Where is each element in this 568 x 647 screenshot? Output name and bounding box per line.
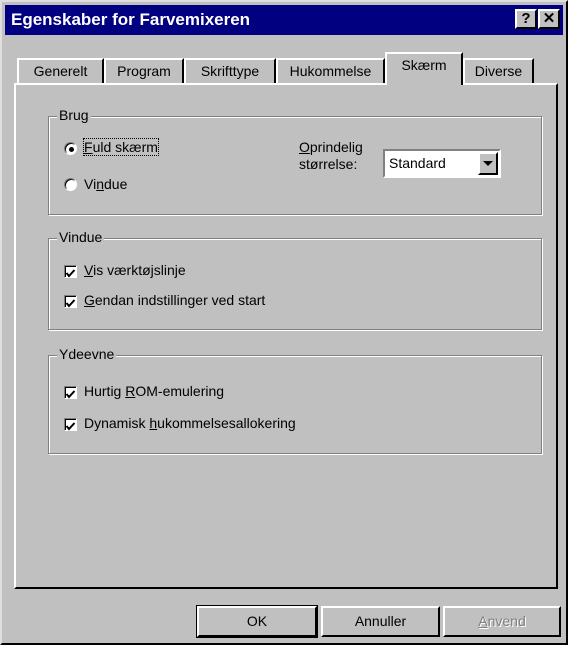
tab-label: Hukommelse (289, 63, 372, 79)
checkbox-hurtig-rom-emulering[interactable] (64, 386, 77, 399)
title-bar[interactable]: Egenskaber for Farvemixeren ? ✕ (5, 5, 563, 35)
apply-button[interactable]: Anvend (443, 606, 561, 637)
tab-label: Diverse (474, 63, 523, 79)
group-title: Vindue (57, 229, 105, 245)
tab-program[interactable]: Program (104, 58, 184, 85)
tab-label: Skrifttype (200, 63, 260, 79)
tab-generelt[interactable]: Generelt (17, 58, 104, 85)
chevron-down-icon[interactable] (478, 152, 498, 175)
radio-label-vindue[interactable]: Vindue (84, 176, 127, 192)
group-title: Brug (57, 107, 91, 123)
tab-label: Skærm (401, 57, 447, 73)
size-select-value: Standard (389, 155, 446, 171)
close-icon[interactable]: ✕ (538, 9, 560, 29)
tab-hukommelse[interactable]: Hukommelse (276, 58, 385, 85)
tab-skaerm[interactable]: Skærm (385, 52, 463, 85)
group-ydeevne: Ydeevne (48, 346, 542, 454)
window-title: Egenskaber for Farvemixeren (11, 10, 251, 29)
tab-diverse[interactable]: Diverse (463, 58, 534, 85)
radio-fuld-skaerm[interactable] (64, 142, 77, 155)
checkbox-dynamisk-hukommelsesallokering[interactable] (64, 418, 77, 431)
cancel-button[interactable]: Annuller (321, 606, 440, 637)
checkbox-label-vis-vaerktoejslinje[interactable]: Vis værktøjslinje (84, 262, 186, 278)
ok-button[interactable]: OK (196, 605, 318, 638)
checkbox-label-hurtig-rom-emulering[interactable]: Hurtig ROM-emulering (84, 383, 224, 399)
help-icon[interactable]: ? (515, 9, 537, 29)
radio-vindue[interactable] (64, 178, 77, 191)
size-label: Oprindelig størrelse: (299, 139, 363, 172)
radio-dot (69, 147, 74, 152)
checkbox-label-dynamisk-hukommelsesallokering[interactable]: Dynamisk hukommelsesallokering (84, 415, 296, 431)
group-title: Ydeevne (57, 346, 117, 362)
radio-label-fuld-skaerm[interactable]: Fuld skærm (83, 138, 159, 156)
checkbox-label-gendan-indstillinger[interactable]: Gendan indstillinger ved start (84, 292, 265, 308)
tab-skrifttype[interactable]: Skrifttype (184, 58, 276, 85)
checkbox-gendan-indstillinger[interactable] (64, 295, 77, 308)
checkbox-vis-vaerktoejslinje[interactable] (64, 265, 77, 278)
tab-label: Generelt (33, 63, 88, 79)
size-select[interactable]: Standard (383, 149, 501, 178)
tab-label: Program (117, 63, 171, 79)
group-vindue: Vindue (48, 229, 542, 330)
properties-dialog: Egenskaber for Farvemixeren ? ✕ Generelt… (0, 0, 568, 645)
